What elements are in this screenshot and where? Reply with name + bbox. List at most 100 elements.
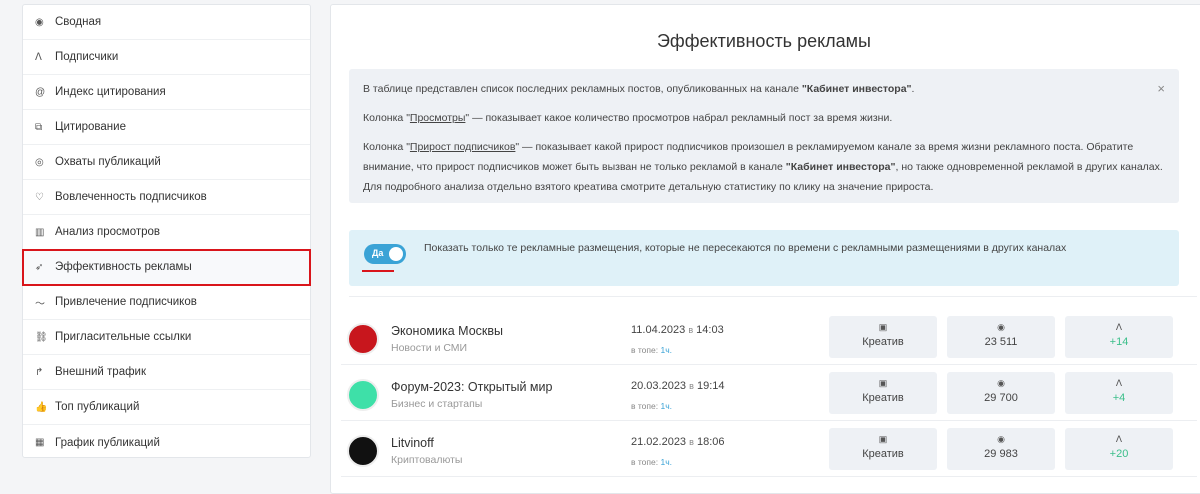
users-icon: ꓥ bbox=[1115, 434, 1123, 444]
subs-growth-value: +14 bbox=[1109, 336, 1129, 348]
views-value: 23 511 bbox=[984, 336, 1018, 348]
date-sep: в bbox=[688, 325, 694, 335]
subscribers-growth-button[interactable]: ꓥ +4 bbox=[1065, 372, 1173, 414]
top-value: 1ч. bbox=[660, 401, 672, 411]
top-duration: в топе: 1ч. bbox=[631, 457, 672, 467]
sidebar-item-1[interactable]: ꓥ Подписчики bbox=[23, 40, 310, 75]
top-value: 1ч. bbox=[660, 345, 672, 355]
sidebar-item-10[interactable]: ↱ Внешний трафик bbox=[23, 355, 310, 390]
sidebar-item-8[interactable]: 〜 Привлечение подписчиков bbox=[23, 285, 310, 320]
sidebar-item-label: Индекс цитирования bbox=[55, 86, 166, 98]
sidebar-item-label: Пригласительные ссылки bbox=[55, 331, 192, 343]
creative-button[interactable]: ▣ Креатив bbox=[829, 372, 937, 414]
sidebar-item-9[interactable]: ⛓ Пригласительные ссылки bbox=[23, 320, 310, 355]
subscribers-growth-button[interactable]: ꓥ +14 bbox=[1065, 316, 1173, 358]
image-icon: ▣ bbox=[878, 322, 888, 332]
link-icon: ⛓ bbox=[35, 331, 48, 343]
time: 14:03 bbox=[696, 324, 724, 336]
channel-name[interactable]: Litvinoff bbox=[391, 436, 434, 450]
sidebar-item-label: Подписчики bbox=[55, 51, 119, 63]
info-alert: × В таблице представлен список последних… bbox=[349, 69, 1179, 203]
views-button[interactable]: ◉ 29 983 bbox=[947, 428, 1055, 470]
filter-toggle-box: Да Показать только те рекламные размещен… bbox=[349, 230, 1179, 286]
rocket-icon: ➶ bbox=[35, 261, 44, 273]
info-text: " — показывает какое количество просмотр… bbox=[465, 112, 893, 124]
top-label: в топе: bbox=[631, 457, 659, 467]
post-date: 11.04.2023 в 14:03 bbox=[631, 324, 724, 336]
channel-avatar[interactable] bbox=[347, 379, 379, 411]
sidebar-item-label: Охваты публикаций bbox=[55, 156, 161, 168]
subscribers-growth-button[interactable]: ꓥ +20 bbox=[1065, 428, 1173, 470]
bar-chart-icon: ▥ bbox=[35, 226, 45, 238]
page-title: Эффективность рекламы bbox=[656, 31, 871, 51]
sidebar-item-5[interactable]: ♡ Вовлеченность подписчиков bbox=[23, 180, 310, 215]
subs-growth-value: +20 bbox=[1109, 448, 1129, 460]
toggle-knob bbox=[389, 247, 403, 261]
eye-icon: ◎ bbox=[35, 156, 44, 168]
sidebar-nav: ◉ Сводная ꓥ Подписчики @ Индекс цитирования ⧉ Ц… bbox=[22, 4, 311, 458]
top-label: в топе: bbox=[631, 401, 659, 411]
eye-icon: ◉ bbox=[997, 378, 1005, 388]
sidebar-item-label: Внешний трафик bbox=[55, 366, 147, 378]
main-panel: Эффективность рекламы × В таблице предст… bbox=[330, 4, 1200, 494]
creative-button[interactable]: ▣ Креатив bbox=[829, 316, 937, 358]
info-text: Колонка " bbox=[363, 141, 410, 153]
overlap-filter-toggle[interactable]: Да bbox=[364, 244, 406, 264]
top-label: в топе: bbox=[631, 345, 659, 355]
date-sep: в bbox=[689, 381, 694, 391]
dashboard-icon: ◉ bbox=[35, 16, 44, 28]
creative-button[interactable]: ▣ Креатив bbox=[829, 428, 937, 470]
sidebar-item-label: Анализ просмотров bbox=[55, 226, 161, 238]
sidebar-item-3[interactable]: ⧉ Цитирование bbox=[23, 110, 310, 145]
thumbs-up-icon: 👍 bbox=[35, 401, 48, 413]
sidebar-item-6[interactable]: ▥ Анализ просмотров bbox=[23, 215, 310, 250]
time: 19:14 bbox=[696, 380, 725, 392]
sidebar-item-label: Эффективность рекламы bbox=[55, 261, 192, 273]
views-button[interactable]: ◉ 23 511 bbox=[947, 316, 1055, 358]
views-value: 29 700 bbox=[984, 392, 1018, 404]
views-button[interactable]: ◉ 29 700 bbox=[947, 372, 1055, 414]
channel-name[interactable]: Экономика Москвы bbox=[391, 324, 503, 338]
sidebar-item-label: Привлечение подписчиков bbox=[55, 296, 197, 308]
users-icon: ꓥ bbox=[1115, 378, 1123, 388]
table-row: Форум-2023: Открытый мир Бизнес и старта… bbox=[341, 367, 1197, 421]
image-icon: ▣ bbox=[878, 378, 888, 388]
channel-category: Новости и СМИ bbox=[391, 342, 468, 354]
sidebar-item-2[interactable]: @ Индекс цитирования bbox=[23, 75, 310, 110]
channel-avatar[interactable] bbox=[347, 435, 379, 467]
time: 18:06 bbox=[696, 436, 725, 448]
info-text: Колонка " bbox=[363, 112, 410, 124]
sidebar-item-11[interactable]: 👍 Топ публикаций bbox=[23, 390, 310, 425]
trend-icon: 〜 bbox=[35, 298, 45, 310]
channel-category: Криптовалюты bbox=[391, 454, 463, 466]
channel-name[interactable]: Форум-2023: Открытый мир bbox=[391, 380, 552, 394]
sidebar-item-12[interactable]: ▦ График публикаций bbox=[23, 425, 310, 460]
users-icon: ꓥ bbox=[1115, 322, 1123, 332]
heart-icon: ♡ bbox=[35, 191, 44, 203]
sidebar-item-label: Цитирование bbox=[55, 121, 126, 133]
date-sep: в bbox=[689, 437, 694, 447]
sidebar-item-0[interactable]: ◉ Сводная bbox=[23, 5, 310, 40]
close-icon[interactable]: × bbox=[1157, 79, 1165, 99]
sidebar-item-label: Вовлеченность подписчиков bbox=[55, 191, 207, 203]
sidebar-item-4[interactable]: ◎ Охваты публикаций bbox=[23, 145, 310, 180]
channel-name: "Кабинет инвестора" bbox=[785, 161, 896, 173]
divider bbox=[349, 296, 1197, 297]
period: . bbox=[911, 83, 915, 95]
creative-label: Креатив bbox=[862, 448, 904, 460]
at-icon: @ bbox=[35, 86, 46, 98]
top-value: 1ч. bbox=[660, 457, 672, 467]
sidebar-item-7[interactable]: ➶ Эффективность рекламы bbox=[22, 249, 311, 286]
top-duration: в топе: 1ч. bbox=[631, 345, 672, 355]
image-icon: ▣ bbox=[878, 434, 888, 444]
views-link[interactable]: Просмотры bbox=[410, 112, 466, 124]
views-value: 29 983 bbox=[984, 448, 1018, 460]
subscribers-growth-link[interactable]: Прирост подписчиков bbox=[410, 141, 515, 153]
toggle-description: Показать только те рекламные размещения,… bbox=[424, 242, 1067, 254]
channel-name: "Кабинет инвестора" bbox=[801, 83, 912, 95]
quote-icon: ⧉ bbox=[35, 121, 43, 133]
channel-category: Бизнес и стартапы bbox=[391, 398, 483, 410]
creative-label: Креатив bbox=[862, 392, 904, 404]
channel-avatar[interactable] bbox=[347, 323, 379, 355]
post-date: 20.03.2023 в 19:14 bbox=[631, 380, 725, 392]
